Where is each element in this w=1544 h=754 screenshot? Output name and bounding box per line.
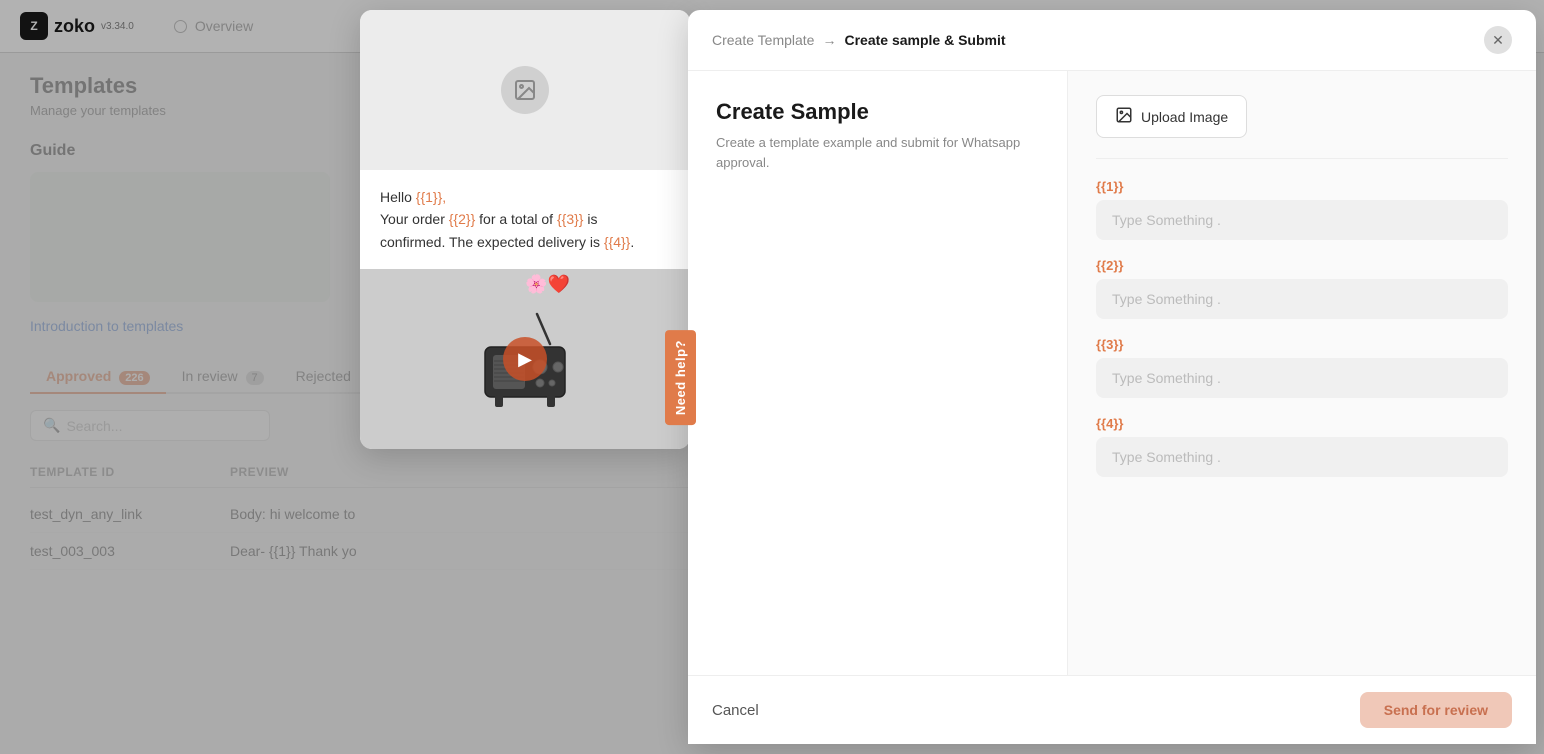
preview-text-area: Hello {{1}}, Your order {{2}} for a tota… [360,170,690,269]
video-play-button[interactable]: ▶ [503,337,547,381]
variable-1-group: {{1}} [1096,179,1508,258]
modal-body: Create Sample Create a template example … [688,71,1536,675]
close-icon: ✕ [1492,32,1504,49]
create-sample-desc: Create a template example and submit for… [716,133,1039,172]
upload-image-icon [1115,106,1133,127]
breadcrumb-current: Create sample & Submit [844,32,1005,48]
var-1-label: {{1}} [1096,179,1508,194]
var-4-label: {{4}} [1096,416,1508,431]
right-create-modal: Create Template → Create sample & Submit… [688,10,1536,744]
send-review-button[interactable]: Send for review [1360,692,1512,728]
preview-line3-var: {{4}} [604,234,631,250]
variable-3-group: {{3}} [1096,337,1508,416]
play-icon: ▶ [518,349,532,370]
preview-line-3: confirmed. The expected delivery is {{4}… [380,231,670,253]
variable-2-group: {{2}} [1096,258,1508,337]
modal-close-button[interactable]: ✕ [1484,26,1512,54]
var-3-input[interactable] [1096,358,1508,398]
create-sample-title: Create Sample [716,99,1039,125]
need-help-tab[interactable]: Need help? [665,330,696,425]
preview-line2-end: is [583,211,597,227]
breadcrumb-arrow: → [822,32,836,48]
var-2-label: {{2}} [1096,258,1508,273]
variable-4-group: {{4}} [1096,416,1508,495]
var-3-label: {{3}} [1096,337,1508,352]
preview-line2-mid: for a total of [475,211,557,227]
hearts-decoration: 🌸❤️ [525,274,570,295]
preview-line2-var2: {{3}} [557,211,584,227]
preview-image-area [360,10,690,170]
modal-right-section: Upload Image {{1}} {{2}} {{3}} {{4}} [1068,71,1536,675]
left-preview-modal: Hello {{1}}, Your order {{2}} for a tota… [360,10,690,449]
need-help-wrapper[interactable]: Need help? [665,330,696,425]
preview-video-area: 🌸❤️ ▶ [360,269,690,449]
preview-line-2: Your order {{2}} for a total of {{3}} is [380,208,670,230]
preview-line2-before: Your order [380,211,449,227]
upload-image-label: Upload Image [1141,109,1228,125]
preview-line1-var: {{1}}, [416,189,446,205]
modal-left-section: Create Sample Create a template example … [688,71,1068,675]
preview-line1-before: Hello [380,189,416,205]
image-placeholder-icon [501,66,549,114]
breadcrumb-parent: Create Template [712,32,814,48]
divider [1096,158,1508,159]
preview-line3-before: confirmed. The expected delivery is [380,234,604,250]
preview-line3-end: . [630,234,634,250]
upload-image-button[interactable]: Upload Image [1096,95,1247,138]
cancel-button[interactable]: Cancel [712,702,759,719]
preview-line2-var1: {{2}} [449,211,476,227]
modal-footer: Cancel Send for review [688,675,1536,744]
breadcrumb: Create Template → Create sample & Submit [712,32,1006,48]
preview-line-1: Hello {{1}}, [380,186,670,208]
var-1-input[interactable] [1096,200,1508,240]
modal-header: Create Template → Create sample & Submit… [688,10,1536,71]
var-2-input[interactable] [1096,279,1508,319]
var-4-input[interactable] [1096,437,1508,477]
